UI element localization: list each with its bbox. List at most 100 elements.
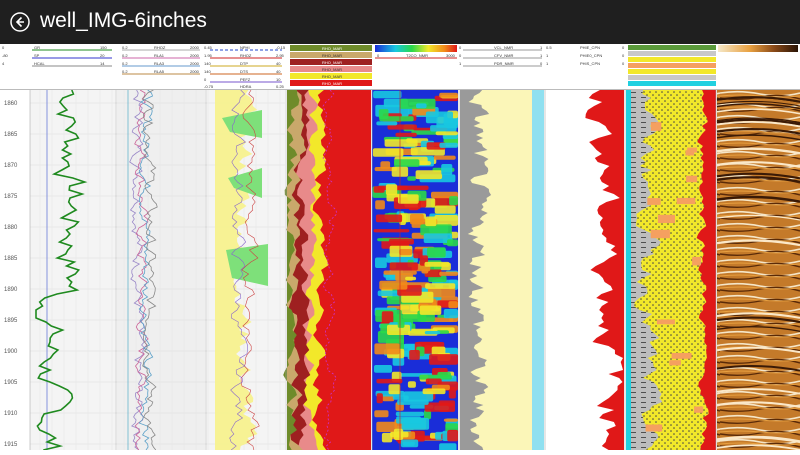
header-dtp-right: 40 xyxy=(276,61,281,66)
header-hdra-left: -0.75 xyxy=(204,84,214,89)
nmr-heatmap-cell xyxy=(374,365,392,373)
depth-label: 1895 xyxy=(4,318,18,324)
nmr-heatmap-cell xyxy=(405,276,417,281)
borehole-image xyxy=(717,90,800,450)
header-nphi-right: -0.15 xyxy=(276,45,286,50)
nmr-heatmap-cell xyxy=(376,378,403,384)
header-rla3-right: 2000 xyxy=(190,61,199,66)
nmr-heatmap-cell xyxy=(435,131,458,136)
header-t2co-left: 0 xyxy=(377,53,380,58)
nmr-water-fill xyxy=(532,90,544,450)
header-t2co-label: T2CO_NMR xyxy=(406,53,429,58)
depth-label: 1890 xyxy=(4,287,18,293)
nmr-heatmap-cell xyxy=(427,247,446,258)
header-rla1-left: 0.2 xyxy=(122,53,128,58)
log-header: GR 0 150 SP -80 20 HCAL 4 14 RHOZ 0.2 20… xyxy=(0,44,800,90)
header-sp-right: 20 xyxy=(100,53,105,58)
header-nphi-left: 0.45 xyxy=(204,45,212,50)
header-pefz-left: 0 xyxy=(204,77,207,82)
lithology-orange-patch xyxy=(645,424,663,432)
nmr-heatmap-cell xyxy=(437,372,451,378)
lithology-orange-patch xyxy=(686,175,698,183)
header-dtp-left: 140 xyxy=(204,61,211,66)
header-pdr-left: 1 xyxy=(459,61,462,66)
header-dts-right: 40 xyxy=(276,69,281,74)
header-dts-label: DTS xyxy=(240,69,248,74)
nmr-heatmap-cell xyxy=(429,354,458,365)
nmr-heatmap-cell xyxy=(424,261,450,267)
back-arrow-icon[interactable] xyxy=(10,12,30,32)
nmr-heatmap-cell xyxy=(398,194,419,204)
depth-label: 1905 xyxy=(4,380,18,386)
nmr-heatmap-cell xyxy=(416,103,427,109)
nmr-heatmap-cell xyxy=(392,357,405,366)
header-phie-right: 0 xyxy=(622,45,625,50)
header-phie0-left: 1 xyxy=(546,53,549,58)
header-vcl-left: 0 xyxy=(459,45,462,50)
nmr-heatmap-cell xyxy=(425,216,437,227)
header-rla5-label: RLA5 xyxy=(154,69,165,74)
header-pdr-label: PDR_NMR xyxy=(494,61,514,66)
page-title: well_IMG-6inches xyxy=(40,9,207,32)
header-phie0-right: 0 xyxy=(622,53,625,58)
lithology-orange-patch xyxy=(687,147,697,153)
depth-label: 1870 xyxy=(4,163,18,169)
nmr-heatmap-cell xyxy=(373,90,402,99)
header-phis-right: 0 xyxy=(622,61,625,66)
nmr-heatmap-cell xyxy=(441,164,453,175)
depth-label: 1865 xyxy=(4,132,18,138)
lithology-orange-patch xyxy=(669,360,681,366)
nmr-heatmap-cell xyxy=(443,418,458,422)
nmr-heatmap-cell xyxy=(422,388,446,395)
nmr-heatmap-cell xyxy=(449,196,458,206)
nmr-heatmap-cell xyxy=(439,142,458,148)
header-rhoz2-label: RHOZ xyxy=(240,53,252,58)
depth-label: 1885 xyxy=(4,256,18,262)
resistivity-track-bg xyxy=(117,90,205,450)
depth-track-bg xyxy=(0,90,30,450)
nmr-heatmap-cell xyxy=(378,109,389,119)
header-pdr-right: 0 xyxy=(540,61,543,66)
header-hdra-right: 0.25 xyxy=(276,84,284,89)
header-track4-label-5: RHO_MAR xyxy=(322,73,343,79)
lithology-orange-patch xyxy=(650,122,662,131)
header-rhoz2-left: 1.95 xyxy=(204,53,212,58)
nmr-heatmap-cell xyxy=(390,431,409,438)
nmr-heatmap-cell xyxy=(425,283,456,289)
header-rhoz-right: 2000 xyxy=(190,45,199,50)
header-rhoz-label: RHOZ xyxy=(154,45,166,50)
header-track4-label-2: RHO_MAR xyxy=(322,52,343,58)
nmr-heatmap-cell xyxy=(379,280,408,290)
nmr-heatmap-cell xyxy=(448,301,458,309)
header-rhoz2-right: 2.95 xyxy=(276,53,284,58)
nmr-heatmap-cell xyxy=(419,305,442,315)
header-vcl-right: 1 xyxy=(540,45,543,50)
depth-label: 1900 xyxy=(4,349,18,355)
header-sp-label: SP xyxy=(34,53,40,58)
nmr-heatmap-cell xyxy=(397,399,429,405)
nmr-heatmap-cell xyxy=(374,410,389,418)
lithology-orange-patch xyxy=(657,214,675,223)
log-plot[interactable]: 1860 1865 1870 1875 1880 1885 1890 1895 1900 1905… xyxy=(0,89,800,454)
nmr-heatmap-cell xyxy=(375,214,403,223)
nmr-heatmap-cell xyxy=(439,443,457,454)
nmr-heatmap-cell xyxy=(430,125,457,132)
header-pefz-label: PEFZ xyxy=(240,77,251,82)
header-hdra-label: HDRA xyxy=(240,84,252,89)
header-cfv-left: 0 xyxy=(459,53,462,58)
header-rla3-left: 0.2 xyxy=(122,61,128,66)
nmr-heatmap-cell xyxy=(410,214,424,225)
nmr-heatmap-cell xyxy=(443,309,458,319)
lithology-orange-patch xyxy=(692,256,701,266)
lithology-orange-patch xyxy=(676,197,696,205)
nmr-heatmap-cell xyxy=(389,262,418,271)
nmr-heatmap-cell xyxy=(447,430,458,442)
lithology-orange-patch xyxy=(650,229,670,239)
nmr-heatmap-cell xyxy=(407,381,416,388)
header-track4-label-3: RHO_MAR xyxy=(322,59,343,65)
lithology-orange-patch xyxy=(647,198,661,205)
header-phie-left: 0.5 xyxy=(546,45,552,50)
nmr-heatmap-cell xyxy=(415,170,443,180)
nmr-heatmap-cell xyxy=(434,205,456,214)
lithology-orange-patch xyxy=(694,406,704,413)
